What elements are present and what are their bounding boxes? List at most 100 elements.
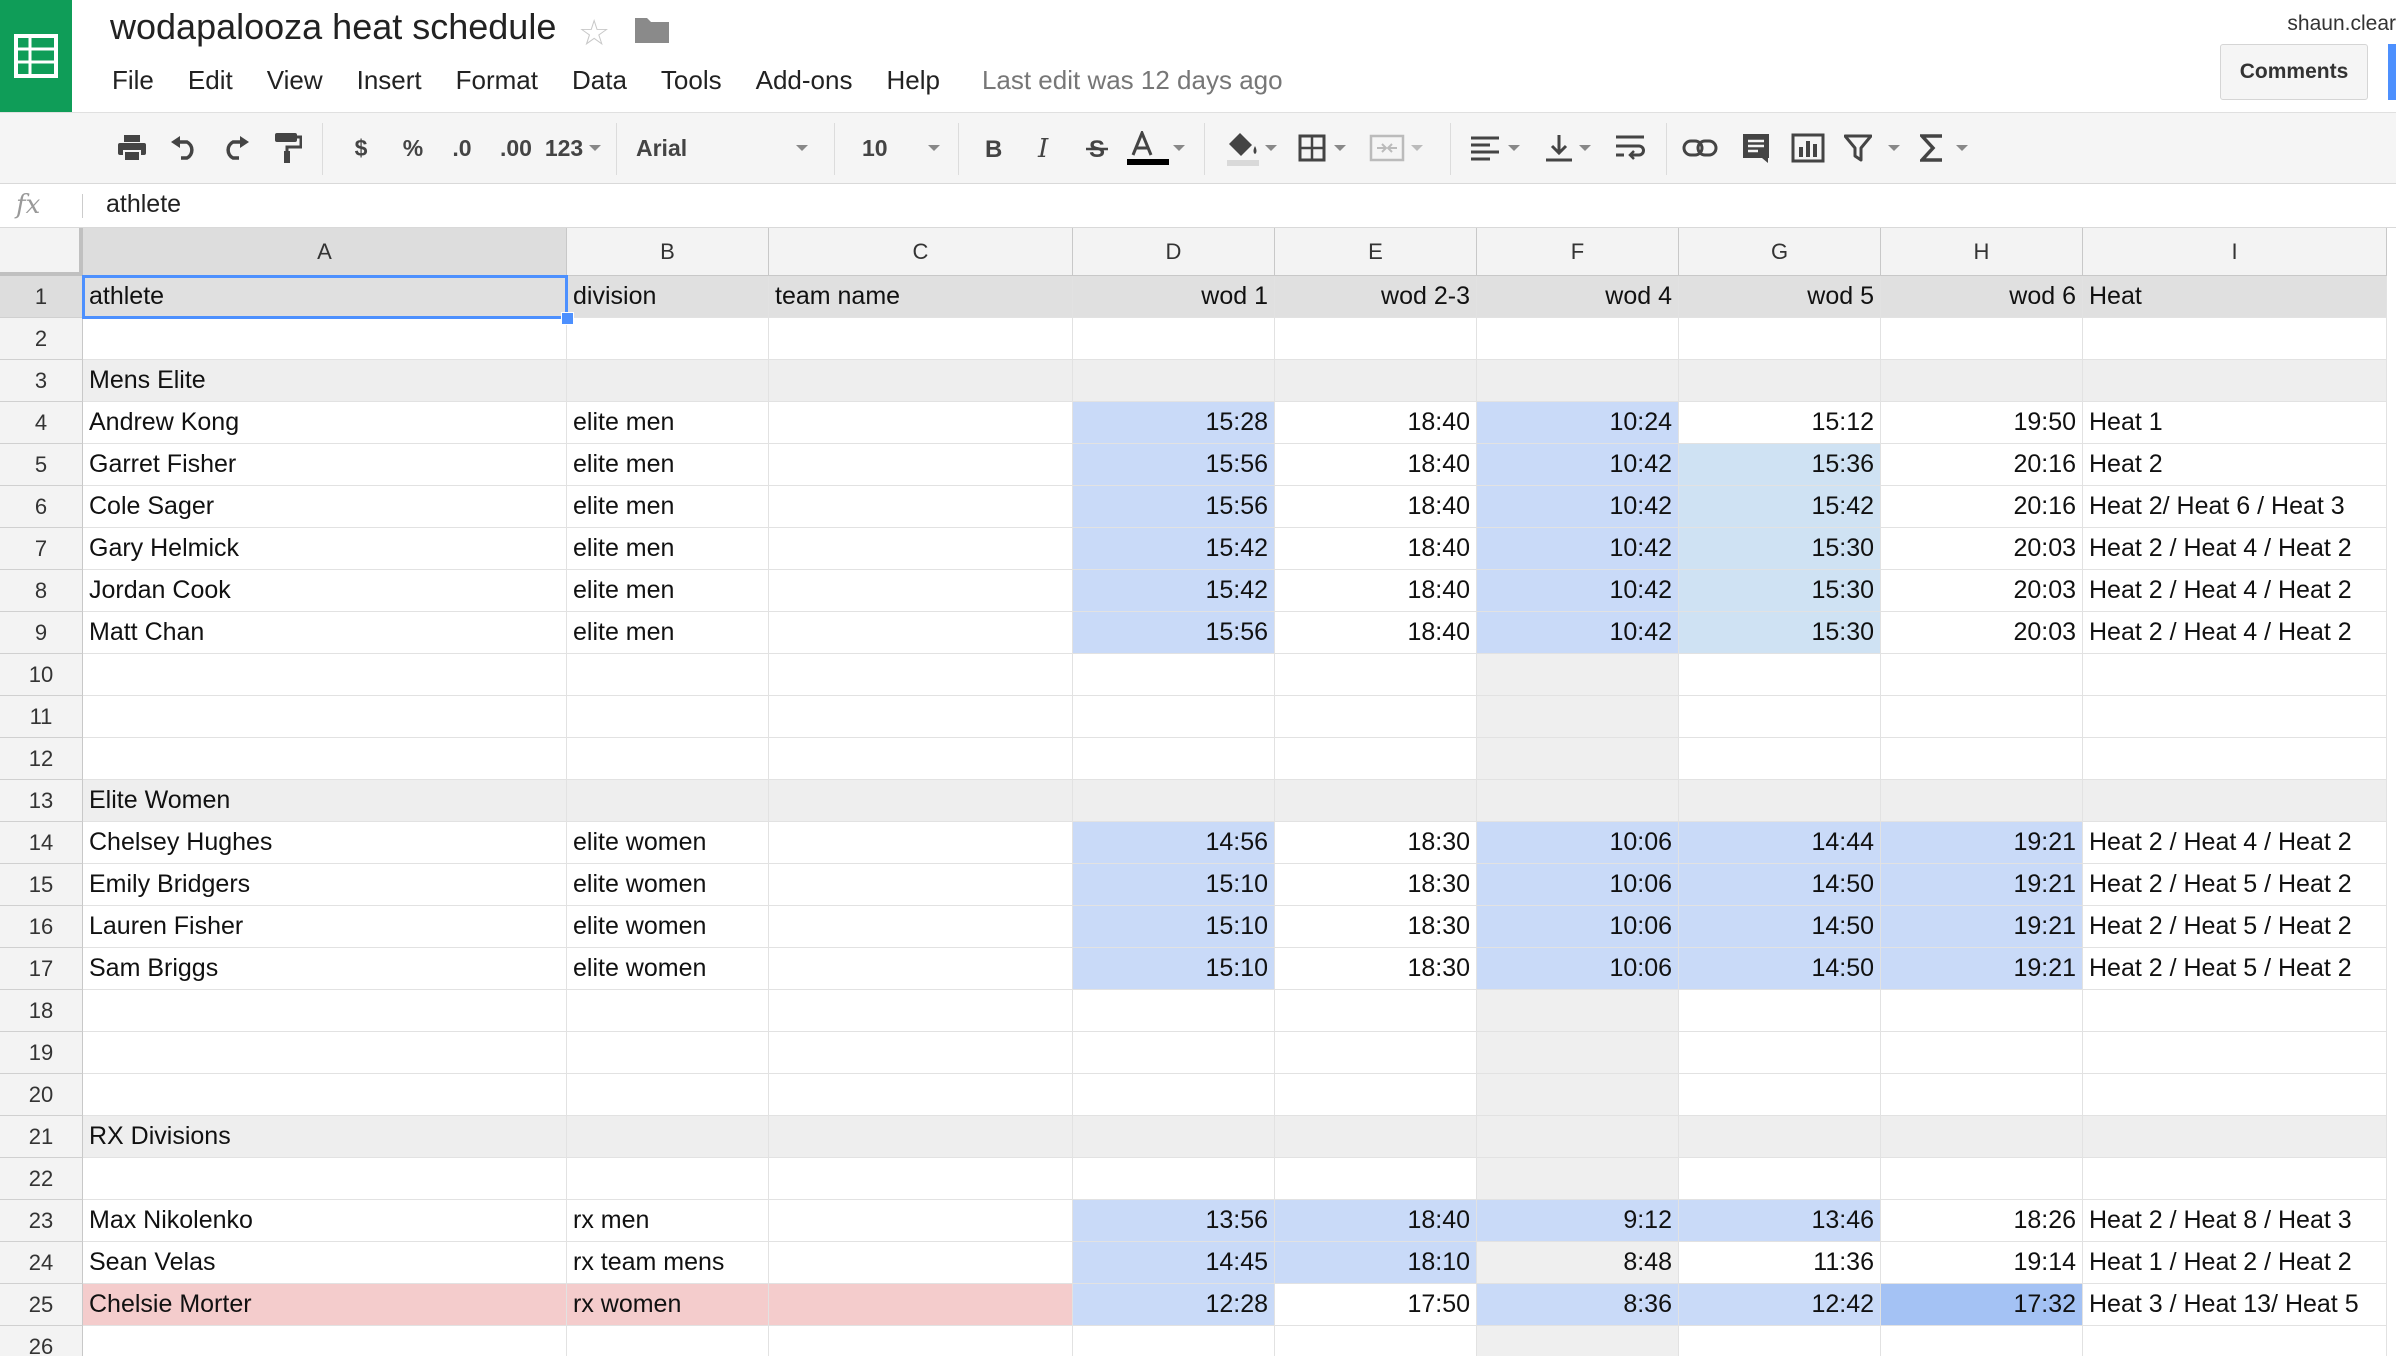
vertical-align-button[interactable] [1538,113,1598,183]
cell-a26[interactable] [83,1326,567,1356]
user-account[interactable]: shaun.clear [2287,12,2396,36]
font-size-select[interactable]: 10 [862,113,940,183]
cell-f7[interactable]: 10:42 [1477,528,1679,570]
cell-i24[interactable]: Heat 1 / Heat 2 / Heat 2 [2083,1242,2387,1284]
cell-e23[interactable]: 18:40 [1275,1200,1477,1242]
cell-a1[interactable]: athlete [83,276,567,318]
cell-i5[interactable]: Heat 2 [2083,444,2387,486]
cell-b19[interactable] [567,1032,769,1074]
column-header-g[interactable]: G [1679,228,1881,276]
cell-f19[interactable] [1477,1032,1679,1074]
cell-d21[interactable] [1073,1116,1275,1158]
cell-d8[interactable]: 15:42 [1073,570,1275,612]
cell-f4[interactable]: 10:24 [1477,402,1679,444]
row-header-15[interactable]: 15 [0,864,83,906]
cell-e4[interactable]: 18:40 [1275,402,1477,444]
cell-e9[interactable]: 18:40 [1275,612,1477,654]
cell-h7[interactable]: 20:03 [1881,528,2083,570]
cell-f2[interactable] [1477,318,1679,360]
cell-h25[interactable]: 17:32 [1881,1284,2083,1326]
cell-h20[interactable] [1881,1074,2083,1116]
menu-insert[interactable]: Insert [357,65,422,96]
menu-view[interactable]: View [267,65,323,96]
cell-h26[interactable] [1881,1326,2083,1356]
cell-c7[interactable] [769,528,1073,570]
cell-e7[interactable]: 18:40 [1275,528,1477,570]
cell-a19[interactable] [83,1032,567,1074]
cell-h23[interactable]: 18:26 [1881,1200,2083,1242]
cell-a9[interactable]: Matt Chan [83,612,567,654]
menu-file[interactable]: File [112,65,154,96]
cell-c26[interactable] [769,1326,1073,1356]
cell-d9[interactable]: 15:56 [1073,612,1275,654]
cell-a5[interactable]: Garret Fisher [83,444,567,486]
row-header-25[interactable]: 25 [0,1284,83,1326]
cell-f16[interactable]: 10:06 [1477,906,1679,948]
cell-c22[interactable] [769,1158,1073,1200]
cell-e6[interactable]: 18:40 [1275,486,1477,528]
cell-b3[interactable] [567,360,769,402]
menu-edit[interactable]: Edit [188,65,233,96]
cell-f10[interactable] [1477,654,1679,696]
cell-b5[interactable]: elite men [567,444,769,486]
cell-c10[interactable] [769,654,1073,696]
cell-g10[interactable] [1679,654,1881,696]
row-header-20[interactable]: 20 [0,1074,83,1116]
column-header-i[interactable]: I [2083,228,2387,276]
share-button[interactable] [2388,44,2396,100]
cell-e12[interactable] [1275,738,1477,780]
row-header-26[interactable]: 26 [0,1326,83,1356]
cell-i15[interactable]: Heat 2 / Heat 5 / Heat 2 [2083,864,2387,906]
cell-d3[interactable] [1073,360,1275,402]
cell-e26[interactable] [1275,1326,1477,1356]
cell-a3[interactable]: Mens Elite [83,360,567,402]
cell-b26[interactable] [567,1326,769,1356]
cell-h14[interactable]: 19:21 [1881,822,2083,864]
column-header-b[interactable]: B [567,228,769,276]
row-header-16[interactable]: 16 [0,906,83,948]
cell-g18[interactable] [1679,990,1881,1032]
cell-d6[interactable]: 15:56 [1073,486,1275,528]
cell-h3[interactable] [1881,360,2083,402]
cell-h12[interactable] [1881,738,2083,780]
cell-e5[interactable]: 18:40 [1275,444,1477,486]
currency-format-button[interactable]: $ [346,113,376,183]
cell-e25[interactable]: 17:50 [1275,1284,1477,1326]
star-icon[interactable]: ☆ [578,12,610,54]
row-header-11[interactable]: 11 [0,696,83,738]
cell-i16[interactable]: Heat 2 / Heat 5 / Heat 2 [2083,906,2387,948]
row-header-17[interactable]: 17 [0,948,83,990]
cell-b6[interactable]: elite men [567,486,769,528]
cell-i8[interactable]: Heat 2 / Heat 4 / Heat 2 [2083,570,2387,612]
cell-i13[interactable] [2083,780,2387,822]
cell-c16[interactable] [769,906,1073,948]
increase-decimals-button[interactable]: .00 [494,113,538,183]
row-header-12[interactable]: 12 [0,738,83,780]
cell-i20[interactable] [2083,1074,2387,1116]
cell-h6[interactable]: 20:16 [1881,486,2083,528]
cell-c17[interactable] [769,948,1073,990]
cell-a12[interactable] [83,738,567,780]
cell-d12[interactable] [1073,738,1275,780]
cell-i19[interactable] [2083,1032,2387,1074]
cell-d13[interactable] [1073,780,1275,822]
cell-i2[interactable] [2083,318,2387,360]
insert-link-icon[interactable] [1680,113,1720,183]
cell-g9[interactable]: 15:30 [1679,612,1881,654]
cell-d19[interactable] [1073,1032,1275,1074]
cell-i23[interactable]: Heat 2 / Heat 8 / Heat 3 [2083,1200,2387,1242]
cell-g12[interactable] [1679,738,1881,780]
cell-a11[interactable] [83,696,567,738]
cell-g21[interactable] [1679,1116,1881,1158]
cell-d25[interactable]: 12:28 [1073,1284,1275,1326]
cell-i21[interactable] [2083,1116,2387,1158]
cell-b17[interactable]: elite women [567,948,769,990]
row-header-22[interactable]: 22 [0,1158,83,1200]
row-header-6[interactable]: 6 [0,486,83,528]
cell-g24[interactable]: 11:36 [1679,1242,1881,1284]
cell-g6[interactable]: 15:42 [1679,486,1881,528]
cell-c21[interactable] [769,1116,1073,1158]
cell-g3[interactable] [1679,360,1881,402]
cell-c25[interactable] [769,1284,1073,1326]
menu-help[interactable]: Help [886,65,939,96]
